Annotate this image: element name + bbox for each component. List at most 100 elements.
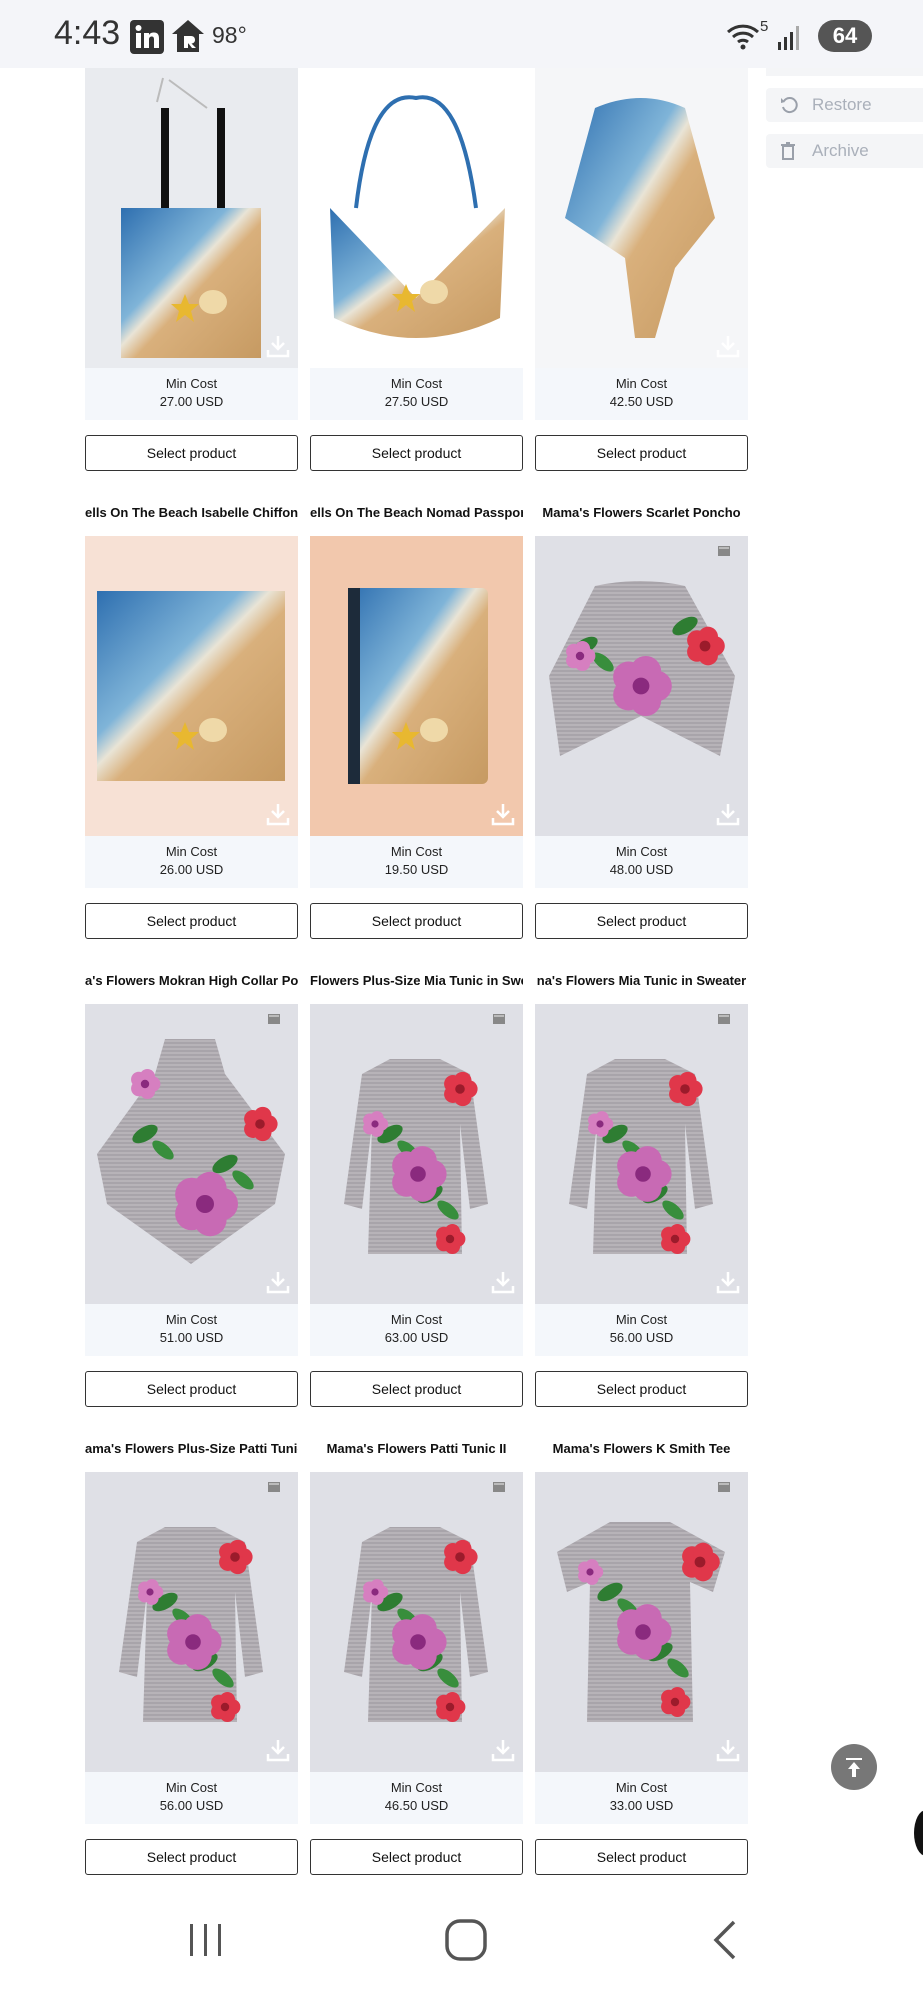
recent-apps-icon[interactable]	[186, 1920, 226, 1960]
navigation-bar	[0, 1900, 923, 2000]
min-cost-value: 48.00 USD	[609, 862, 674, 877]
download-icon[interactable]	[266, 1738, 290, 1762]
download-icon[interactable]	[266, 802, 290, 826]
product-title: Flowers Plus-Size Mia Tunic in Swe	[310, 973, 523, 988]
min-cost-box: Min Cost 51.00 USD	[85, 1304, 298, 1356]
min-cost-value: 42.50 USD	[609, 394, 674, 409]
select-product-button[interactable]: Select product	[535, 1839, 748, 1875]
wifi-badge: 5	[760, 18, 769, 35]
download-icon[interactable]	[491, 1738, 515, 1762]
tunic-flowers-picture	[85, 1472, 298, 1772]
product-title: Mama's Flowers K Smith Tee	[552, 1441, 731, 1456]
product-image[interactable]	[85, 1472, 298, 1772]
collar-poncho-flowers-picture	[85, 1004, 298, 1304]
mockup-icon	[718, 1482, 730, 1492]
product-image[interactable]	[535, 68, 748, 368]
min-cost-box: Min Cost 48.00 USD	[535, 836, 748, 888]
select-product-button[interactable]: Select product	[85, 903, 298, 939]
product-image[interactable]	[535, 1004, 748, 1304]
select-product-button[interactable]: Select product	[535, 1371, 748, 1407]
tunic-flowers-picture	[310, 1004, 523, 1304]
min-cost-label: Min Cost	[615, 1780, 668, 1795]
restore-label: Restore	[812, 95, 872, 114]
back-icon[interactable]	[706, 1918, 746, 1962]
select-product-button[interactable]: Select product	[310, 1839, 523, 1875]
download-icon[interactable]	[266, 334, 290, 358]
product-image[interactable]	[310, 68, 523, 368]
select-product-button[interactable]: Select product	[310, 903, 523, 939]
min-cost-box: Min Cost 46.50 USD	[310, 1772, 523, 1824]
product-image[interactable]	[85, 536, 298, 836]
mockup-icon	[268, 1014, 280, 1024]
poncho-flowers-picture	[535, 536, 748, 836]
scroll-to-top-button[interactable]	[831, 1744, 877, 1790]
min-cost-value: 46.50 USD	[384, 1798, 449, 1813]
passport-beach-picture	[310, 536, 523, 836]
min-cost-value: 33.00 USD	[609, 1798, 674, 1813]
scarf-beach-picture	[85, 536, 298, 836]
product-image[interactable]	[85, 68, 298, 368]
min-cost-box: Min Cost 56.00 USD	[85, 1772, 298, 1824]
min-cost-value: 63.00 USD	[384, 1330, 449, 1345]
battery-indicator: 64	[818, 20, 872, 52]
download-icon[interactable]	[491, 802, 515, 826]
min-cost-value: 27.00 USD	[159, 394, 224, 409]
floating-chat-handle[interactable]	[914, 1810, 923, 1856]
min-cost-label: Min Cost	[615, 844, 668, 859]
home-icon[interactable]	[444, 1918, 488, 1962]
download-icon[interactable]	[491, 1270, 515, 1294]
min-cost-box: Min Cost 27.50 USD	[310, 368, 523, 420]
product-image[interactable]	[85, 1004, 298, 1304]
tote-bag-beach-picture	[85, 68, 298, 368]
select-product-button[interactable]: Select product	[310, 1371, 523, 1407]
arrow-up-to-line-icon	[846, 1758, 862, 1777]
min-cost-value: 26.00 USD	[159, 862, 224, 877]
min-cost-value: 56.00 USD	[159, 1798, 224, 1813]
min-cost-label: Min Cost	[165, 1780, 218, 1795]
min-cost-value: 19.50 USD	[384, 862, 449, 877]
download-icon[interactable]	[716, 334, 740, 358]
min-cost-label: Min Cost	[165, 376, 218, 391]
min-cost-label: Min Cost	[390, 844, 443, 859]
product-image[interactable]	[310, 1472, 523, 1772]
product-image[interactable]	[535, 1472, 748, 1772]
select-product-button[interactable]: Select product	[310, 435, 523, 471]
download-icon[interactable]	[716, 802, 740, 826]
mockup-icon	[718, 1014, 730, 1024]
select-product-button[interactable]: Select product	[85, 435, 298, 471]
download-icon[interactable]	[716, 1270, 740, 1294]
product-title: ells On The Beach Nomad Passport	[310, 505, 523, 520]
product-title: a's Flowers Mokran High Collar Po	[85, 973, 298, 988]
mockup-icon	[718, 546, 730, 556]
min-cost-value: 56.00 USD	[609, 1330, 674, 1345]
download-icon[interactable]	[266, 1270, 290, 1294]
min-cost-box: Min Cost 19.50 USD	[310, 836, 523, 888]
select-product-button[interactable]: Select product	[85, 1839, 298, 1875]
archive-button[interactable]: Archive	[766, 134, 923, 168]
select-product-button[interactable]: Select product	[535, 435, 748, 471]
wrap-beach-picture	[535, 68, 748, 368]
product-title: Mama's Flowers Scarlet Poncho	[542, 505, 741, 520]
select-product-button[interactable]: Select product	[535, 903, 748, 939]
product-image[interactable]	[310, 1004, 523, 1304]
min-cost-label: Min Cost	[615, 1312, 668, 1327]
product-title: na's Flowers Mia Tunic in Sweater	[536, 973, 747, 988]
product-title: ama's Flowers Plus-Size Patti Tunic	[85, 1441, 298, 1456]
min-cost-label: Min Cost	[390, 376, 443, 391]
min-cost-label: Min Cost	[165, 1312, 218, 1327]
mockup-icon	[268, 1482, 280, 1492]
hobo-bag-beach-picture	[310, 68, 523, 368]
archive-label: Archive	[812, 141, 869, 160]
tee-flowers-picture	[535, 1472, 748, 1772]
download-icon[interactable]	[491, 334, 515, 358]
min-cost-box: Min Cost 27.00 USD	[85, 368, 298, 420]
product-title: Mama's Flowers Patti Tunic II	[326, 1441, 507, 1456]
min-cost-box: Min Cost 56.00 USD	[535, 1304, 748, 1356]
tunic-flowers-picture	[535, 1004, 748, 1304]
trash-icon	[781, 142, 795, 160]
restore-button[interactable]: Restore	[766, 88, 923, 122]
product-image[interactable]	[310, 536, 523, 836]
product-image[interactable]	[535, 536, 748, 836]
select-product-button[interactable]: Select product	[85, 1371, 298, 1407]
download-icon[interactable]	[716, 1738, 740, 1762]
